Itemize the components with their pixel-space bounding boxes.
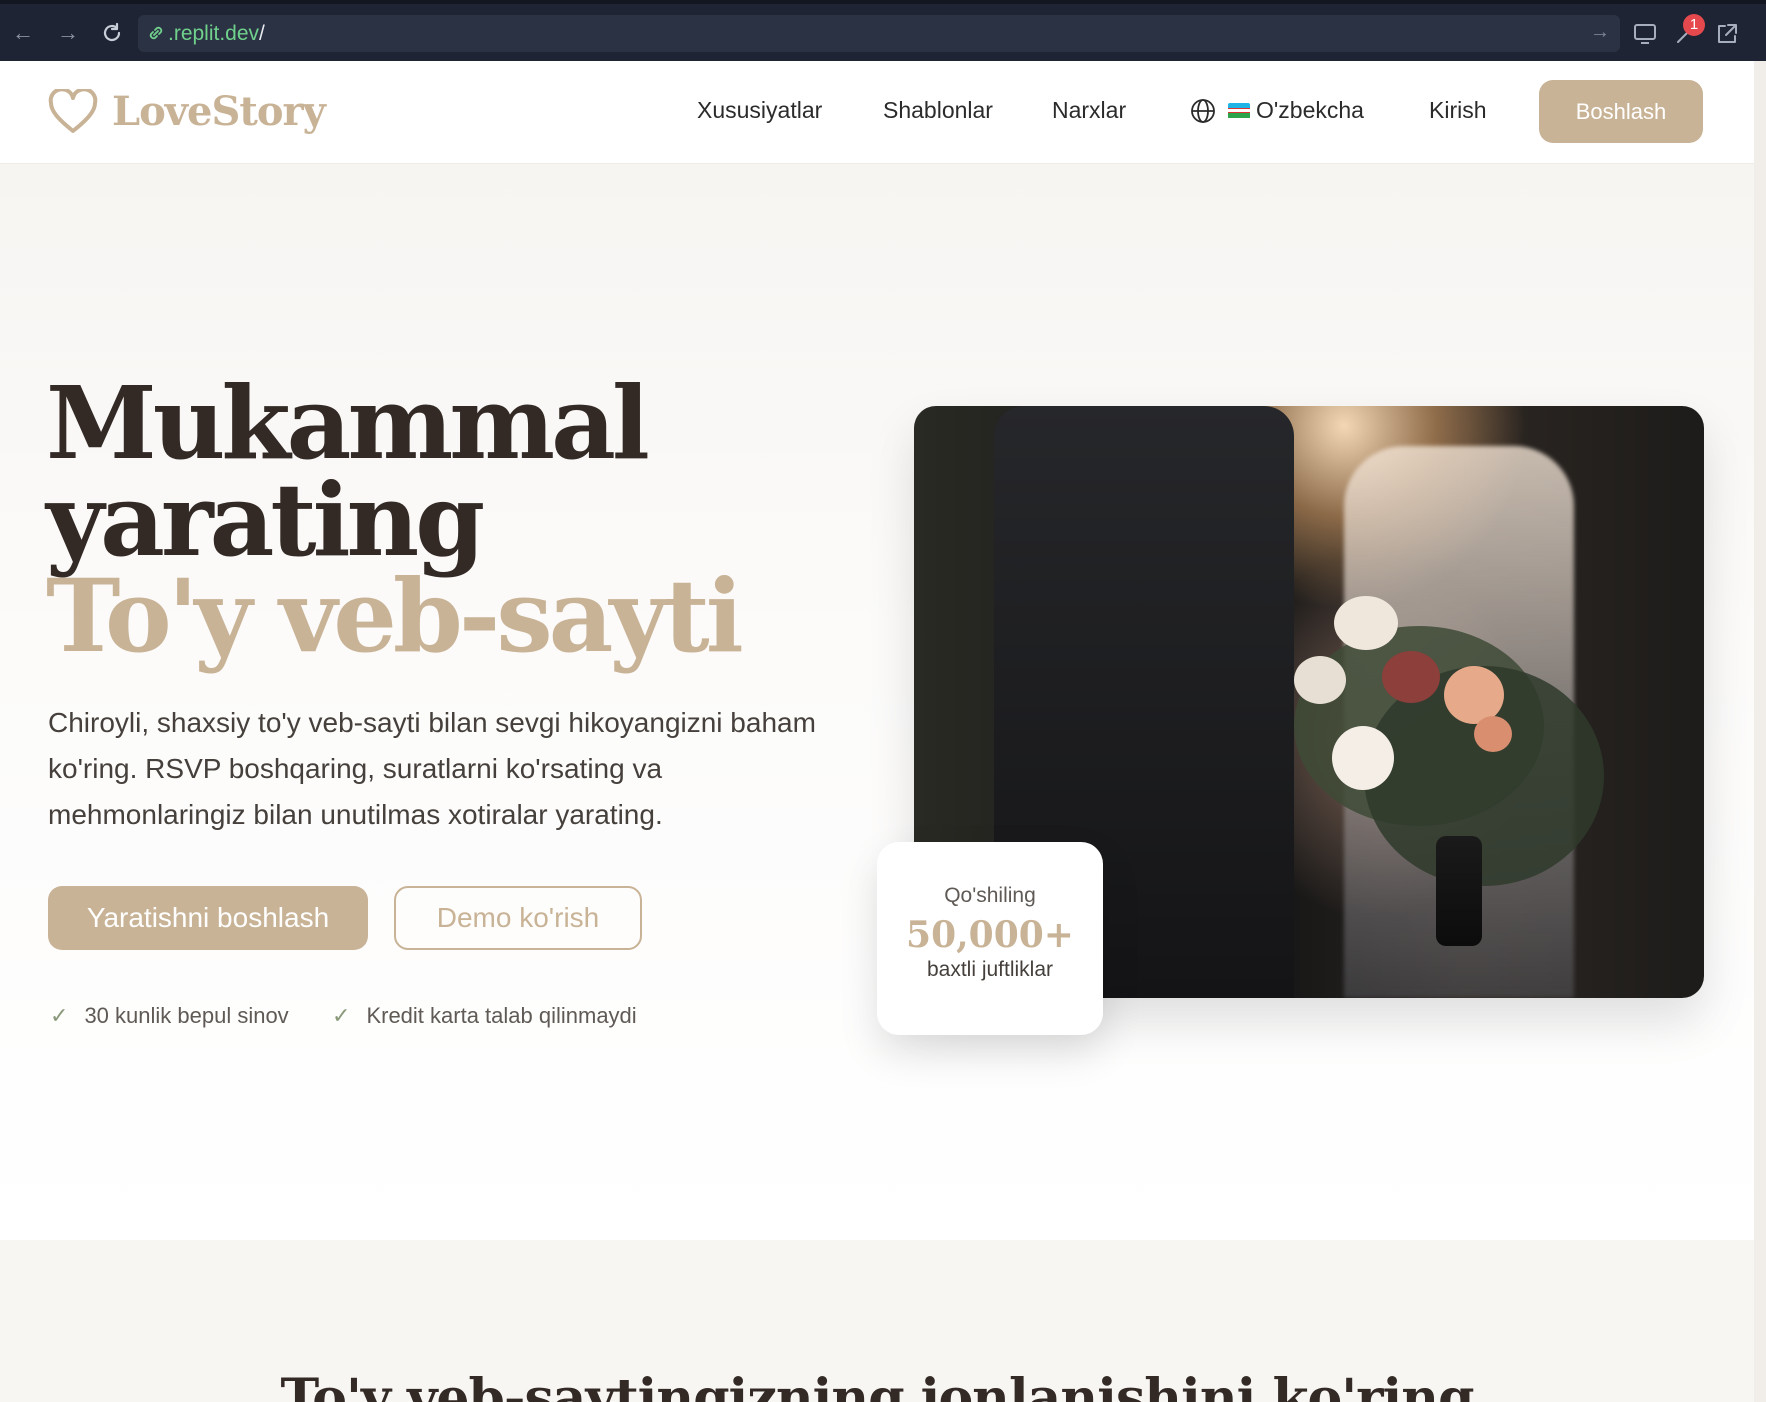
reload-icon[interactable] [97, 18, 127, 48]
url-path: / [259, 22, 265, 45]
browser-toolbar: ← → .replit.dev/ → 1 [0, 0, 1766, 61]
start-button[interactable]: Boshlash [1539, 80, 1703, 143]
stat-label: Qo'shiling [944, 884, 1036, 907]
nav-pricing[interactable]: Narxlar [1052, 97, 1126, 124]
nav-templates[interactable]: Shablonlar [883, 97, 993, 124]
notification-badge: 1 [1683, 14, 1705, 36]
back-icon[interactable]: ← [8, 18, 38, 48]
section-title: To'y veb-saytingizning jonlanishini ko'r… [280, 1368, 1475, 1402]
open-external-icon[interactable] [1714, 21, 1742, 49]
devices-icon[interactable] [1632, 21, 1660, 49]
link-icon [149, 26, 163, 40]
check-icon: ✓ [332, 1003, 351, 1028]
stat-sub: baxtli juftliklar [926, 958, 1054, 981]
preview-section: To'y veb-saytingizning jonlanishini ko'r… [0, 1240, 1754, 1402]
url-text: .replit.dev/ [168, 22, 265, 46]
logo[interactable]: LoveStory [48, 88, 326, 135]
create-start-button[interactable]: Yaratishni boshlash [48, 886, 368, 950]
hero-description: Chiroyli, shaxsiy to'y veb-sayti bilan s… [48, 707, 816, 830]
check-item-trial: ✓ 30 kunlik bepul sinov [50, 1003, 289, 1029]
language-selector[interactable]: O'zbekcha [1190, 97, 1364, 124]
check-item-no-card: ✓ Kredit karta talab qilinmaydi [332, 1003, 637, 1029]
hero-title-line-3: To'y veb-sayti [46, 557, 744, 675]
check-label: Kredit karta talab qilinmaydi [366, 1003, 637, 1028]
hero-title-line-2: yarating [46, 461, 485, 579]
check-icon: ✓ [50, 1003, 69, 1028]
login-link[interactable]: Kirish [1429, 97, 1487, 124]
language-label: O'zbekcha [1256, 97, 1364, 123]
demo-button[interactable]: Demo ko'rish [394, 886, 642, 950]
forward-icon[interactable]: → [53, 18, 83, 48]
hero-title-line-1: Mukammal [46, 364, 650, 482]
site-header: LoveStory Xususiyatlar Shablonlar Narxla… [0, 61, 1754, 164]
logo-text: LoveStory [112, 88, 326, 135]
address-bar[interactable]: .replit.dev/ → [138, 15, 1620, 52]
uzbekistan-flag-icon [1228, 102, 1250, 119]
nav-features[interactable]: Xususiyatlar [697, 97, 822, 124]
stat-value: 50,000+ [906, 914, 1074, 956]
go-arrow-icon[interactable]: → [1590, 21, 1610, 44]
scrollbar[interactable] [1754, 61, 1766, 1402]
check-label: 30 kunlik bepul sinov [84, 1003, 289, 1028]
globe-icon [1191, 98, 1215, 123]
stat-card: Qo'shiling 50,000+ baxtli juftliklar [877, 842, 1103, 1035]
heart-icon [48, 88, 98, 133]
url-domain: .replit.dev [168, 22, 260, 45]
